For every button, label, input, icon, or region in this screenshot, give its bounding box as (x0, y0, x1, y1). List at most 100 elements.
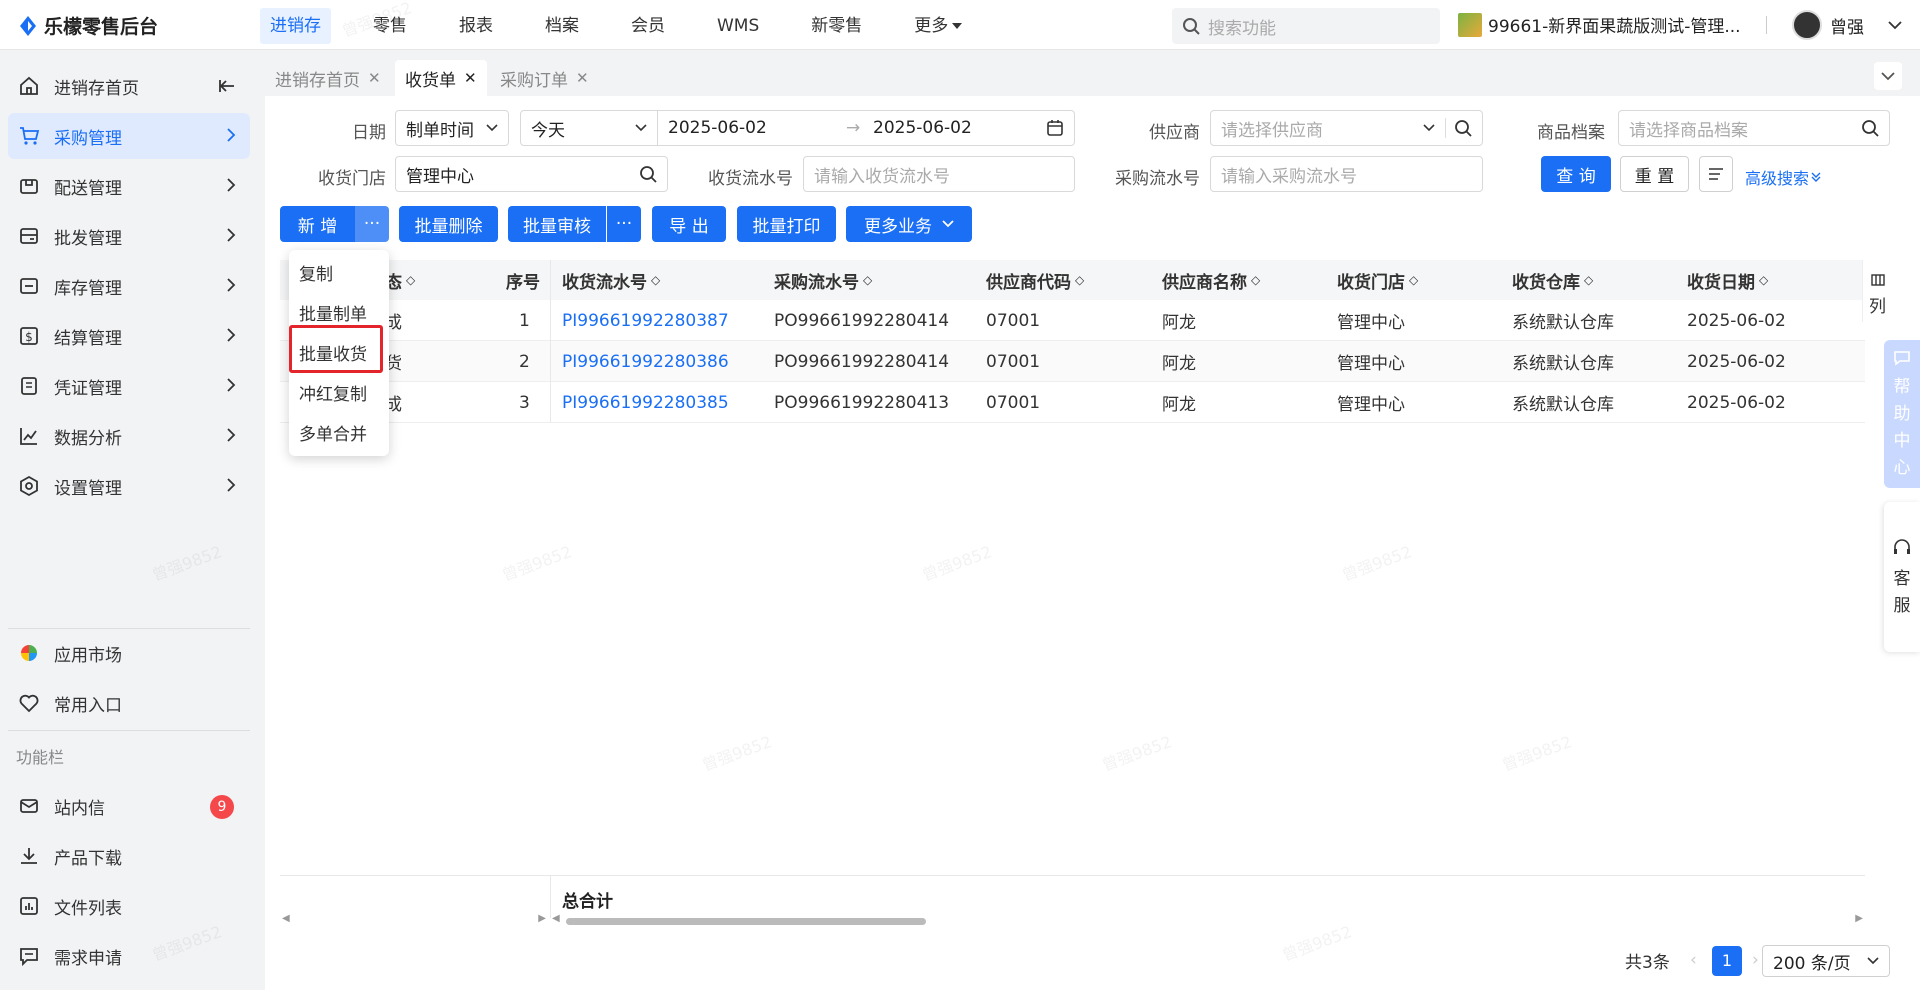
store-switcher[interactable]: 99661-新界面果蔬版测试-管理... (1458, 12, 1741, 37)
global-search-input[interactable]: 搜索功能 (1172, 8, 1440, 44)
scrollbar-thumb[interactable] (566, 918, 926, 925)
column-header-supplier-name[interactable]: 供应商名称 ◇ (1162, 260, 1260, 300)
search-icon[interactable] (639, 165, 657, 183)
topnav-item-wms[interactable]: WMS (707, 8, 769, 44)
batch-delete-button[interactable]: 批量删除 (399, 206, 498, 242)
close-icon[interactable]: ✕ (368, 69, 381, 87)
sidebar-item-analytics[interactable]: 数据分析 (8, 413, 250, 459)
cell-receipt-no-link[interactable]: PI99661992280385 (562, 382, 729, 423)
sort-icon[interactable]: ◇ (1759, 273, 1768, 287)
column-header-store[interactable]: 收货门店 ◇ (1337, 260, 1418, 300)
date-end[interactable]: 2025-06-02 (873, 118, 972, 138)
scroll-left-icon[interactable]: ◀ (552, 913, 560, 924)
more-business-button[interactable]: 更多业务 (846, 206, 972, 242)
filter-settings-button[interactable] (1699, 156, 1733, 192)
sort-icon[interactable]: ◇ (1075, 273, 1084, 287)
tab-receipt[interactable]: 收货单 ✕ (395, 60, 487, 96)
prev-page-icon[interactable]: ‹ (1690, 945, 1697, 975)
tab-inventory-home[interactable]: 进销存首页 ✕ (265, 60, 391, 96)
left-horizontal-scrollbar[interactable]: ◀ ▶ (282, 913, 546, 927)
store-select[interactable]: 管理中心 (395, 156, 668, 192)
scroll-left-icon[interactable]: ◀ (282, 913, 290, 924)
sidebar-item-messages[interactable]: 站内信 9 (8, 783, 250, 829)
column-header-supplier-code[interactable]: 供应商代码 ◇ (986, 260, 1084, 300)
query-button[interactable]: 查 询 (1541, 156, 1611, 192)
sort-icon[interactable]: ◇ (863, 273, 872, 287)
sort-icon[interactable]: ◇ (406, 273, 415, 287)
sidebar-item-settings[interactable]: 设置管理 (8, 463, 250, 509)
table-row[interactable]: 成 1 PI99661992280387 PO99661992280414 07… (280, 300, 1865, 341)
table-row[interactable]: 货 2 PI99661992280386 PO99661992280414 07… (280, 341, 1865, 382)
search-icon[interactable] (1861, 119, 1879, 137)
reset-button[interactable]: 重 置 (1620, 156, 1689, 192)
scroll-right-icon[interactable]: ▶ (1855, 913, 1863, 924)
menu-item-copy[interactable]: 复制 (299, 260, 333, 285)
sort-icon[interactable]: ◇ (1251, 273, 1260, 287)
sidebar-item-favorites[interactable]: 常用入口 (8, 680, 250, 726)
next-page-icon[interactable]: › (1752, 945, 1759, 975)
tabs-menu-button[interactable] (1874, 62, 1902, 90)
sidebar-item-inventory[interactable]: 库存管理 (8, 263, 250, 309)
app-logo[interactable]: 乐檬零售后台 (18, 12, 158, 39)
topnav-item-report[interactable]: 报表 (449, 8, 503, 44)
search-icon[interactable] (1454, 119, 1472, 137)
export-button[interactable]: 导 出 (652, 206, 726, 242)
menu-item-reverse-copy[interactable]: 冲红复制 (299, 380, 367, 405)
sidebar-item-distribution[interactable]: 配送管理 (8, 163, 250, 209)
sidebar-item-voucher[interactable]: 凭证管理 (8, 363, 250, 409)
sidebar-item-purchase[interactable]: 采购管理 (8, 113, 250, 159)
sidebar-item-home[interactable]: 进销存首页 (8, 63, 250, 109)
close-icon[interactable]: ✕ (464, 69, 477, 87)
horizontal-scrollbar[interactable]: ◀ ▶ (552, 913, 1863, 927)
cell-store: 管理中心 (1337, 354, 1405, 374)
page-size-select[interactable]: 200 条/页 (1762, 945, 1890, 977)
collapse-sidebar-icon[interactable] (218, 77, 236, 95)
sidebar-item-app-market[interactable]: 应用市场 (8, 630, 250, 676)
topnav-item-more[interactable]: 更多 (904, 8, 972, 44)
product-select[interactable]: 请选择商品档案 (1618, 110, 1890, 146)
customer-service-button[interactable]: 客 服 (1884, 502, 1920, 652)
sort-icon[interactable]: ◇ (651, 273, 660, 287)
column-header-receipt-no[interactable]: 收货流水号 ◇ (562, 260, 660, 300)
date-type-select[interactable]: 制单时间 (395, 110, 509, 146)
cell-receipt-no-link[interactable]: PI99661992280386 (562, 341, 729, 382)
batch-print-button[interactable]: 批量打印 (737, 206, 836, 242)
page-number-current[interactable]: 1 (1712, 946, 1742, 976)
scroll-right-icon[interactable]: ▶ (538, 913, 546, 924)
column-header-date[interactable]: 收货日期 ◇ (1687, 260, 1768, 300)
date-start[interactable]: 2025-06-02 (668, 118, 767, 138)
batch-audit-more-button[interactable]: ··· (607, 206, 641, 242)
close-icon[interactable]: ✕ (576, 69, 589, 87)
sort-icon[interactable]: ◇ (1584, 273, 1593, 287)
date-range-select[interactable]: 今天 (520, 110, 658, 146)
add-button[interactable]: 新 增 (280, 206, 355, 242)
date-range-picker[interactable]: 2025-06-02 → 2025-06-02 (657, 110, 1075, 146)
receipt-no-input[interactable]: 请输入收货流水号 (803, 156, 1075, 192)
topnav-item-member[interactable]: 会员 (621, 8, 675, 44)
topnav-item-new-retail[interactable]: 新零售 (801, 8, 872, 44)
column-header-warehouse[interactable]: 收货仓库 ◇ (1512, 260, 1593, 300)
cell-receipt-no-link[interactable]: PI99661992280387 (562, 300, 729, 341)
help-center-button[interactable]: 帮 助 中 心 (1884, 340, 1920, 488)
sidebar-item-wholesale[interactable]: 批发管理 (8, 213, 250, 259)
sort-icon[interactable]: ◇ (1409, 273, 1418, 287)
column-header-po-no[interactable]: 采购流水号 ◇ (774, 260, 872, 300)
supplier-select[interactable]: 请选择供应商 (1210, 110, 1483, 146)
user-menu[interactable]: 曾强 (1792, 10, 1902, 40)
chevron-right-icon (227, 428, 236, 442)
table-row[interactable]: 成 3 PI99661992280385 PO99661992280413 07… (280, 382, 1865, 423)
svg-text:$: $ (25, 330, 33, 344)
add-more-button[interactable]: ··· (355, 206, 389, 242)
menu-item-batch-create[interactable]: 批量制单 (299, 300, 367, 325)
batch-audit-button[interactable]: 批量审核 (508, 206, 606, 242)
sidebar-item-settlement[interactable]: $ 结算管理 (8, 313, 250, 359)
topnav-item-inventory[interactable]: 进销存 (260, 8, 331, 44)
tab-purchase-order[interactable]: 采购订单 ✕ (490, 60, 599, 96)
sidebar-item-download[interactable]: 产品下载 (8, 833, 250, 879)
advanced-search-link[interactable]: 高级搜索 (1745, 165, 1821, 189)
column-settings-button[interactable]: 列 (1862, 260, 1892, 322)
column-header-status[interactable]: 态 ◇ (385, 260, 415, 300)
menu-item-merge[interactable]: 多单合并 (299, 420, 367, 445)
topnav-item-archive[interactable]: 档案 (535, 8, 589, 44)
po-no-input[interactable]: 请输入采购流水号 (1210, 156, 1483, 192)
